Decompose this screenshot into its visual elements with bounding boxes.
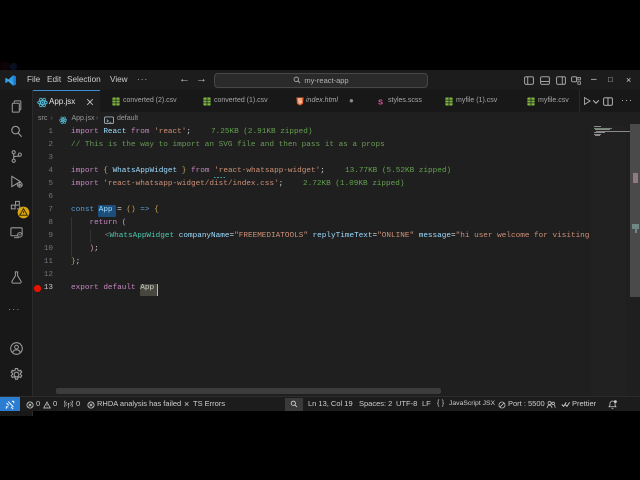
svg-text:S: S [378, 98, 383, 106]
